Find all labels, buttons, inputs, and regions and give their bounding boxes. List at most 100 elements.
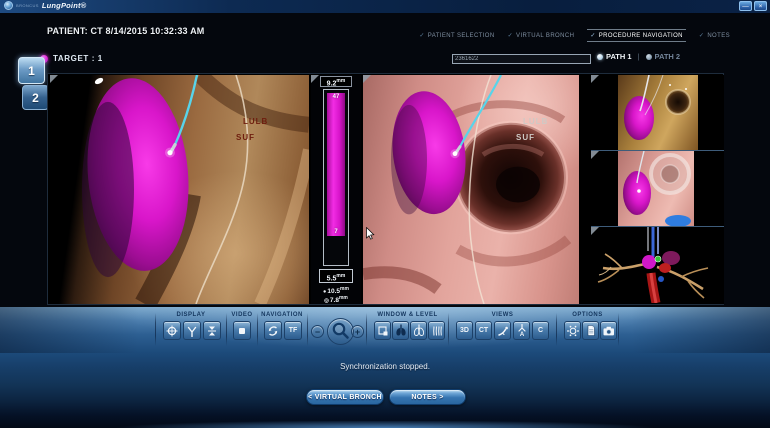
- window-level-section-label: WINDOW & LEVEL: [370, 312, 445, 318]
- check-icon: ✓: [419, 32, 424, 39]
- live-camera-image: [618, 75, 698, 151]
- tf-button[interactable]: TF: [284, 321, 302, 340]
- c-arm-view-button[interactable]: C: [532, 321, 549, 340]
- gauge-reading-2: ◎7.8mm: [311, 295, 361, 304]
- lungpoint-logo: BRONCUS LungPoint®: [4, 1, 86, 10]
- patient-info-label: PATIENT: CT 8/14/2015 10:32:33 AM: [47, 26, 205, 36]
- status-message: Synchronization stopped.: [0, 362, 770, 371]
- virtual-bronch-button[interactable]: < VIRTUAL BRONCH: [306, 389, 384, 405]
- nav-virtual-bronch[interactable]: ✓ VIRTUAL BRONCH: [508, 32, 575, 39]
- gauge-top-value: 9.2mm: [320, 76, 352, 87]
- workflow-nav: ✓ PATIENT SELECTION ✓ VIRTUAL BRONCH ✓ P…: [419, 29, 730, 42]
- thumbnail-live-camera[interactable]: [591, 75, 724, 151]
- check-icon: ✓: [508, 32, 513, 39]
- nav-notes[interactable]: ✓ NOTES: [699, 32, 730, 39]
- nav-patient-selection[interactable]: ✓ PATIENT SELECTION: [419, 32, 494, 39]
- path-1-option[interactable]: PATH 1: [597, 52, 632, 61]
- sync-button[interactable]: [264, 321, 282, 340]
- title-bar: BRONCUS LungPoint® — ×: [0, 0, 770, 13]
- airway-view-button[interactable]: A: [513, 321, 530, 340]
- procedure-viewer: LULB SUF 9.2mm 47 7 5.5mm ●10.5mm ◎7.8mm: [47, 73, 724, 305]
- collapse-vertical-button[interactable]: [203, 321, 221, 340]
- check-icon: ✓: [590, 32, 595, 39]
- mouse-cursor: [366, 227, 375, 240]
- settings-icon: [567, 325, 579, 337]
- target-label: TARGET : 1: [53, 54, 103, 63]
- snapshot-button[interactable]: [600, 321, 617, 340]
- path-divider: |: [638, 52, 640, 61]
- thumbnail-virtual-view[interactable]: [591, 151, 724, 227]
- sync-icon: [267, 325, 279, 337]
- airway-a-icon: A: [516, 324, 528, 337]
- thumbnail-airway-tree-3d[interactable]: [591, 227, 724, 303]
- collapse-vertical-icon: [206, 325, 218, 337]
- gauge-distance-value: 5.5mm: [319, 269, 353, 283]
- bronchoscope-scene-image: [50, 75, 309, 304]
- target-indicator: TARGET : 1: [40, 54, 103, 63]
- airway-label-lulb: LULB: [523, 117, 548, 126]
- airway-tree-image: [591, 227, 724, 303]
- nav-label: PATIENT SELECTION: [428, 33, 495, 39]
- side-tab-2[interactable]: 2: [22, 85, 49, 110]
- nav-label: NOTES: [707, 33, 730, 39]
- gauge-max-value: 47: [327, 94, 345, 100]
- view-3d-button[interactable]: 3D: [456, 321, 473, 340]
- virtual-scene-image: [363, 75, 579, 304]
- brand-text: BRONCUS: [16, 3, 39, 8]
- lungpoint-app-window: BRONCUS LungPoint® — × PATIENT: CT 8/14/…: [0, 0, 770, 428]
- lungs-solid-button[interactable]: [392, 321, 409, 340]
- tissue-lines-icon: [431, 325, 443, 337]
- report-icon: [585, 324, 597, 337]
- path-1-label: PATH 1: [606, 52, 632, 61]
- window-preset-button[interactable]: [374, 321, 391, 340]
- zoom-button[interactable]: [327, 318, 354, 345]
- divider: [155, 313, 156, 346]
- footer-band: < VIRTUAL BRONCH NOTES >: [0, 386, 770, 428]
- check-icon: ✓: [699, 32, 704, 39]
- side-tab-1[interactable]: 1: [18, 57, 45, 84]
- stop-video-button[interactable]: [233, 321, 251, 340]
- bronchoscope-video-view[interactable]: LULB SUF: [50, 75, 309, 304]
- views-section-label: VIEWS: [455, 312, 550, 318]
- report-button[interactable]: [582, 321, 599, 340]
- probe-icon: [497, 325, 509, 337]
- path-2-label: PATH 2: [655, 52, 681, 61]
- zoom-in-button[interactable]: +: [351, 325, 364, 338]
- magnifier-icon: [329, 320, 352, 343]
- divider: [448, 313, 449, 346]
- probe-view-button[interactable]: [494, 321, 511, 340]
- svg-text:A: A: [519, 332, 524, 337]
- close-button[interactable]: ×: [754, 1, 767, 11]
- divider: [618, 313, 619, 346]
- path-2-dot-icon: [646, 54, 652, 60]
- view-ct-button[interactable]: CT: [475, 321, 492, 340]
- display-section-label: DISPLAY: [160, 312, 222, 318]
- airway-label-lulb: LULB: [243, 117, 268, 126]
- virtual-bronchoscopy-view[interactable]: LULB SUF: [363, 75, 579, 304]
- gauge-fill-bar: 47 7: [327, 93, 345, 236]
- notes-button[interactable]: NOTES >: [389, 389, 466, 405]
- id-field[interactable]: [452, 54, 591, 64]
- airway-label-suf: SUF: [516, 133, 535, 142]
- crosshair-circle-button[interactable]: [163, 321, 181, 340]
- zoom-out-button[interactable]: −: [311, 325, 324, 338]
- crosshair-circle-icon: [166, 325, 178, 337]
- nav-procedure-navigation[interactable]: ✓ PROCEDURE NAVIGATION: [587, 29, 686, 42]
- gauge-track: 47 7: [323, 89, 349, 266]
- options-section-label: OPTIONS: [560, 312, 615, 318]
- settings-button[interactable]: [564, 321, 581, 340]
- lungs-solid-icon: [395, 324, 407, 337]
- tissue-lines-button[interactable]: [428, 321, 445, 340]
- path-2-option[interactable]: PATH 2: [646, 52, 681, 61]
- branch-y-button[interactable]: [183, 321, 201, 340]
- gauge-min-value: 7: [327, 229, 345, 235]
- stop-icon: [236, 325, 248, 337]
- path-selector: PATH 1 | PATH 2: [597, 52, 680, 61]
- nav-label: VIRTUAL BRONCH: [516, 33, 574, 39]
- path-1-dot-icon: [597, 54, 603, 60]
- nav-label: PROCEDURE NAVIGATION: [599, 33, 683, 39]
- minimize-button[interactable]: —: [739, 1, 752, 11]
- status-band: Synchronization stopped.: [0, 353, 770, 386]
- camera-icon: [602, 325, 615, 337]
- lungs-outline-button[interactable]: [410, 321, 427, 340]
